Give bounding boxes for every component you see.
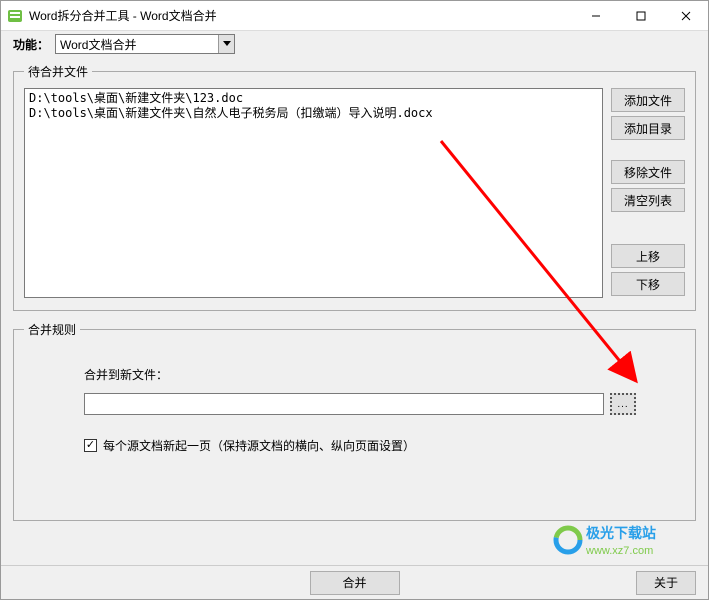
function-combobox[interactable]: Word文档合并 [55,34,235,54]
watermark: 极光下载站 www.xz7.com [552,520,702,563]
function-label: 功能： [13,36,49,53]
clear-list-button[interactable]: 清空列表 [611,188,685,212]
remove-file-button[interactable]: 移除文件 [611,160,685,184]
merge-button[interactable]: 合并 [310,571,400,595]
minimize-button[interactable] [573,1,618,30]
client-area: 待合并文件 D:\tools\桌面\新建文件夹\123.doc D:\tools… [1,57,708,521]
maximize-button[interactable] [618,1,663,30]
add-file-button[interactable]: 添加文件 [611,88,685,112]
titlebar: Word拆分合并工具 - Word文档合并 [1,1,708,31]
checkbox-icon: ✓ [84,439,97,452]
function-combobox-value: Word文档合并 [56,36,218,53]
rules-group-legend: 合并规则 [24,321,80,338]
files-group-legend: 待合并文件 [24,63,92,80]
rules-group: 合并规则 合并到新文件： ... ✓ 每个源文档新起一页（保持源文档的横向、纵向… [13,321,696,521]
new-page-checkbox-row[interactable]: ✓ 每个源文档新起一页（保持源文档的横向、纵向页面设置） [84,437,665,454]
browse-button[interactable]: ... [610,393,636,415]
chevron-down-icon [218,35,234,53]
checkbox-label: 每个源文档新起一页（保持源文档的横向、纵向页面设置） [103,437,415,454]
output-path-input[interactable] [84,393,604,415]
app-icon [7,8,23,24]
output-label: 合并到新文件： [84,366,665,383]
files-group: 待合并文件 D:\tools\桌面\新建文件夹\123.doc D:\tools… [13,63,696,311]
window-title: Word拆分合并工具 - Word文档合并 [29,7,573,24]
close-button[interactable] [663,1,708,30]
add-folder-button[interactable]: 添加目录 [611,116,685,140]
move-down-button[interactable]: 下移 [611,272,685,296]
move-up-button[interactable]: 上移 [611,244,685,268]
bottom-bar: 合并 关于 [1,565,708,599]
app-window: Word拆分合并工具 - Word文档合并 功能： Word文档合并 待合并文件… [0,0,709,600]
file-list[interactable]: D:\tools\桌面\新建文件夹\123.doc D:\tools\桌面\新建… [24,88,603,298]
toolbar: 功能： Word文档合并 [1,31,708,57]
about-button[interactable]: 关于 [636,571,696,595]
svg-text:极光下载站: 极光下载站 [586,525,656,541]
file-buttons-column: 添加文件 添加目录 移除文件 清空列表 上移 下移 [611,88,685,298]
svg-text:www.xz7.com: www.xz7.com [585,545,653,557]
